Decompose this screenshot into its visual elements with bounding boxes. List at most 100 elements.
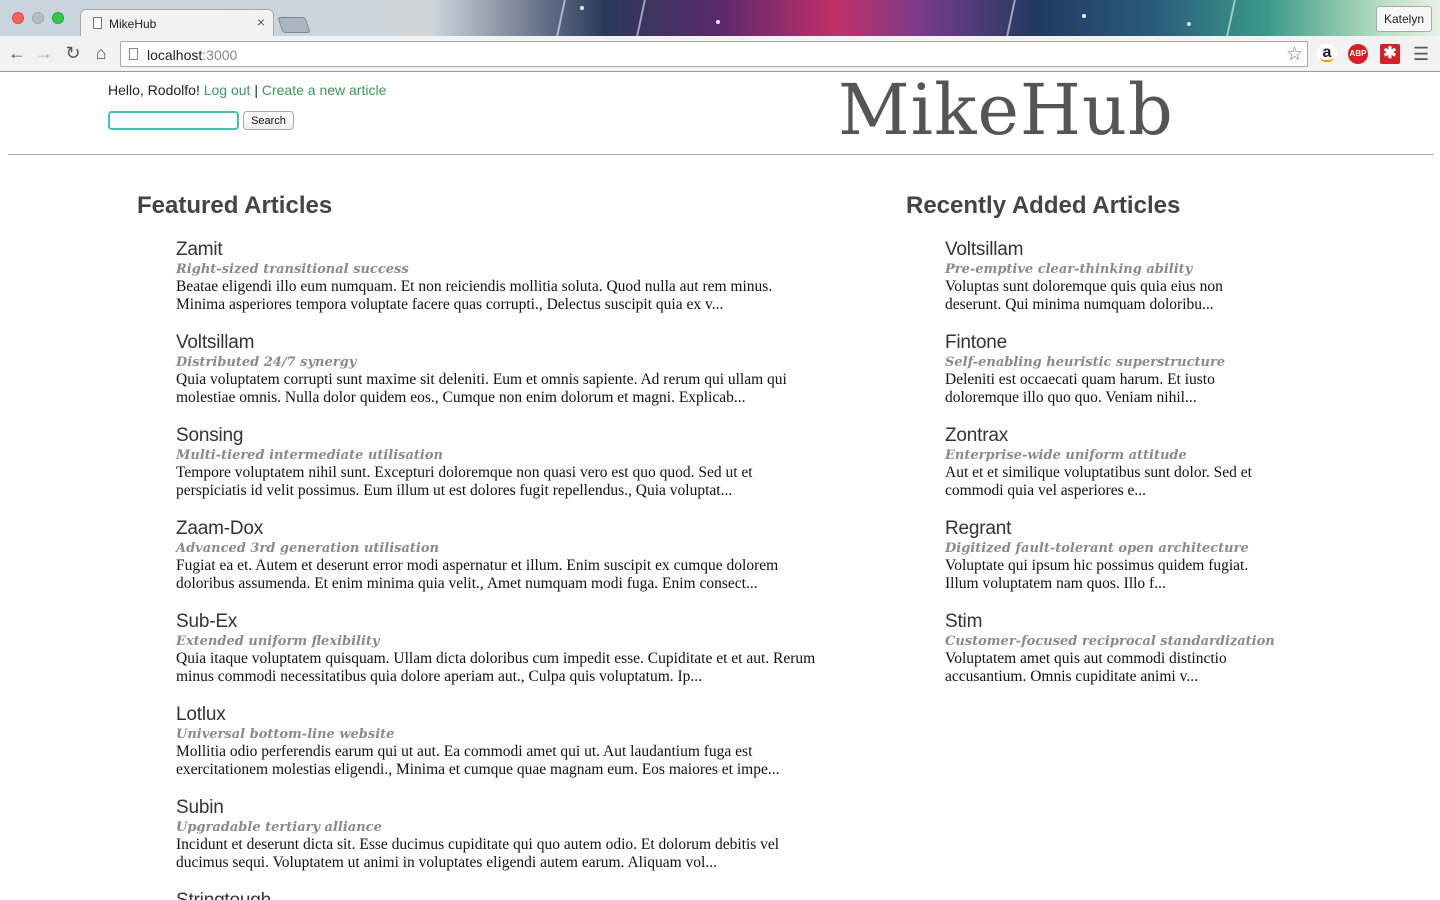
background-star [1082, 14, 1086, 18]
address-bar[interactable]: localhost:3000 ☆ [120, 41, 1308, 67]
article-item: Zontrax Enterprise-wide uniform attitude A… [945, 425, 1252, 500]
article-item: Stim Customer-focused reciprocal standard… [945, 611, 1275, 686]
reload-icon[interactable]: ↻ [62, 42, 84, 64]
article-title[interactable]: Stringtough [176, 890, 271, 900]
article-excerpt-line: deserunt. Qui minima numquam doloribu... [945, 296, 1214, 313]
link-separator: | [254, 82, 258, 98]
create-article-link[interactable]: Create a new article [262, 82, 387, 98]
url-text[interactable]: localhost:3000 [147, 47, 237, 63]
page-icon [93, 17, 102, 29]
header-divider [8, 154, 1434, 155]
background-streak [1226, 0, 1236, 36]
lastpass-icon[interactable]: ✱ [1380, 44, 1400, 64]
article-item: Sub-Ex Extended uniform flexibility Quia i… [176, 611, 815, 686]
window-close-button[interactable] [12, 12, 24, 24]
background-star [716, 20, 720, 24]
article-title[interactable]: Sonsing [176, 425, 753, 447]
featured-heading: Featured Articles [137, 192, 333, 219]
forward-arrow-icon[interactable]: → [33, 42, 55, 64]
article-title[interactable]: Zaam-Dox [176, 518, 778, 540]
article-excerpt-line: Minima asperiores tempora voluptate face… [176, 296, 724, 313]
article-excerpt-line: ducimus sequi. Voluptatem ut animi in vo… [176, 854, 717, 871]
article-title[interactable]: Zamit [176, 239, 772, 261]
article-title[interactable]: Subin [176, 797, 779, 819]
search-button[interactable]: Search [243, 111, 294, 130]
search-input[interactable] [108, 111, 239, 130]
article-tagline: Extended uniform flexibility [176, 634, 380, 649]
browser-tab[interactable]: MikeHub × [80, 9, 274, 36]
article-tagline: Digitized fault-tolerant open architectu… [945, 541, 1249, 556]
article-item: Zamit Right-sized transitional success Bea… [176, 239, 772, 314]
home-icon[interactable]: ⌂ [90, 42, 112, 64]
article-title[interactable]: Lotlux [176, 704, 779, 726]
page-content: Hello, Rodolfo! Log out | Create a new a… [0, 69, 1440, 900]
article-item: Stringtough [176, 890, 271, 900]
article-tagline: Self-enabling heuristic superstructure [945, 355, 1226, 370]
article-excerpt-line: Voluptas sunt doloremque quis quia eius … [945, 278, 1223, 295]
article-item: Voltsillam Distributed 24/7 synergy Quia v… [176, 332, 787, 407]
back-arrow-icon[interactable]: ← [6, 42, 28, 64]
profile-button[interactable]: Katelyn [1375, 6, 1432, 32]
article-item: Zaam-Dox Advanced 3rd generation utilisat… [176, 518, 778, 593]
article-title[interactable]: Fintone [945, 332, 1225, 354]
url-port: :3000 [202, 47, 238, 63]
amazon-icon[interactable]: a [1317, 44, 1337, 64]
url-host: localhost [147, 47, 203, 63]
user-greeting-bar: Hello, Rodolfo! Log out | Create a new a… [108, 82, 386, 98]
window-minimize-button[interactable] [32, 12, 44, 24]
article-excerpt-line: Voluptatem amet quis aut commodi distinc… [945, 650, 1227, 667]
browser-titlebar: MikeHub × Katelyn [0, 0, 1440, 36]
background-streak [636, 0, 646, 36]
adblock-plus-icon[interactable]: ABP [1348, 44, 1368, 64]
article-excerpt-line: Voluptate qui ipsum hic possimus quidem … [945, 557, 1249, 574]
background-star [1187, 22, 1191, 26]
article-title[interactable]: Voltsillam [176, 332, 787, 354]
article-item: Lotlux Universal bottom-line website Molli… [176, 704, 779, 779]
article-excerpt-line: exercitationem molestias eligendi., Mini… [176, 761, 780, 778]
article-title[interactable]: Zontrax [945, 425, 1252, 447]
close-icon[interactable]: × [257, 14, 265, 30]
page-icon [129, 48, 138, 60]
site-logo: MikeHub [838, 69, 1174, 151]
article-tagline: Customer-focused reciprocal standardizat… [945, 634, 1275, 649]
article-tagline: Advanced 3rd generation utilisation [176, 541, 439, 556]
article-excerpt-line: minus commodi necessitatibus quia dolore… [176, 668, 703, 685]
article-excerpt-line: commodi quia vel asperiores e... [945, 482, 1147, 499]
article-excerpt-line: Illum voluptatem nam quos. Illo f... [945, 575, 1166, 592]
article-tagline: Multi-tiered intermediate utilisation [176, 448, 443, 463]
article-excerpt-line: Deleniti est occaecati quam harum. Et iu… [945, 371, 1215, 388]
background-star [580, 6, 584, 10]
article-tagline: Upgradable tertiary alliance [176, 820, 382, 835]
article-excerpt-line: Quia itaque voluptatem quisquam. Ullam d… [176, 650, 816, 667]
article-excerpt-line: Quia voluptatem corrupti sunt maxime sit… [176, 371, 787, 388]
background-streak [1006, 0, 1016, 36]
article-item: Subin Upgradable tertiary alliance Incidun… [176, 797, 779, 872]
recent-heading: Recently Added Articles [906, 192, 1181, 219]
new-tab-button[interactable] [277, 17, 311, 33]
article-excerpt-line: Beatae eligendi illo eum numquam. Et non… [176, 278, 773, 295]
bookmark-star-icon[interactable]: ☆ [1286, 43, 1303, 66]
background-streak [556, 0, 566, 36]
article-tagline: Pre-emptive clear-thinking ability [945, 262, 1193, 277]
window-zoom-button[interactable] [52, 12, 64, 24]
article-excerpt-line: Aut et et similique voluptatibus sunt do… [945, 464, 1252, 481]
article-excerpt-line: Incidunt et deserunt dicta sit. Esse duc… [176, 836, 780, 853]
logout-link[interactable]: Log out [204, 82, 251, 98]
article-tagline: Universal bottom-line website [176, 727, 395, 742]
article-title[interactable]: Regrant [945, 518, 1249, 540]
article-tagline: Distributed 24/7 synergy [176, 355, 357, 370]
article-excerpt-line: accusantium. Omnis cupiditate animi v... [945, 668, 1198, 685]
article-title[interactable]: Sub-Ex [176, 611, 815, 633]
browser-toolbar: ← → ↻ ⌂ localhost:3000 ☆ a ABP ✱ ☰ [0, 36, 1440, 72]
article-excerpt-line: doloremque illo quo quo. Veniam nihil... [945, 389, 1197, 406]
article-excerpt-line: doloribus assumenda. Et enim minima quia… [176, 575, 758, 592]
article-title[interactable]: Voltsillam [945, 239, 1223, 261]
greeting-text: Hello, Rodolfo! [108, 82, 200, 98]
article-title[interactable]: Stim [945, 611, 1275, 633]
article-item: Voltsillam Pre-emptive clear-thinking abi… [945, 239, 1223, 314]
menu-icon[interactable]: ☰ [1413, 44, 1429, 65]
article-item: Fintone Self-enabling heuristic superstru… [945, 332, 1225, 407]
article-excerpt-line: molestiae omnis. Nulla dolor quidem eos.… [176, 389, 746, 406]
article-excerpt-line: perspiciatis id velit possimus. Eum illu… [176, 482, 733, 499]
article-excerpt-line: Mollitia odio perferendis earum qui ut a… [176, 743, 753, 760]
